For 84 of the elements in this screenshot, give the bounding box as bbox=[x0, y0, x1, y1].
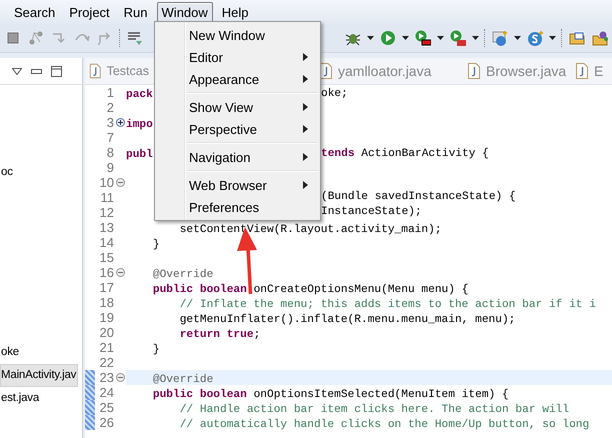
code-line: impo bbox=[126, 119, 153, 131]
list-icon[interactable] bbox=[127, 30, 143, 46]
menu-item[interactable]: Web Browser bbox=[155, 174, 320, 196]
menu-bar-item[interactable]: Run bbox=[118, 2, 153, 22]
line-number: 16 bbox=[98, 265, 114, 280]
run-icon[interactable] bbox=[380, 30, 396, 46]
expand-icon[interactable] bbox=[116, 118, 124, 127]
code-line: return true; bbox=[178, 329, 260, 341]
menu-item[interactable]: Appearance bbox=[155, 68, 320, 90]
code-line: getMenuInflater().inflate(R.menu.menu_main, menu); bbox=[178, 314, 516, 326]
folder-icon[interactable] bbox=[569, 30, 585, 46]
code-line: public boolean onOptionsItemSelected(MenuItem item) { bbox=[152, 389, 509, 401]
line-number: 23 bbox=[98, 370, 114, 385]
collapse-icon[interactable] bbox=[116, 373, 124, 382]
menu-bar-item[interactable]: Help bbox=[216, 2, 254, 22]
stop-icon[interactable] bbox=[5, 30, 21, 46]
tree-item[interactable]: est.java bbox=[0, 387, 42, 410]
menu-item[interactable]: Perspective bbox=[155, 118, 320, 140]
line-number: 19 bbox=[98, 310, 114, 325]
line-number: 1 bbox=[106, 85, 114, 100]
tree-item[interactable]: oc bbox=[0, 161, 15, 184]
line-number: 9 bbox=[106, 160, 114, 175]
line-number: 20 bbox=[98, 325, 114, 340]
menu-item[interactable]: Navigation bbox=[155, 146, 320, 168]
dropdown-arrow-icon[interactable] bbox=[514, 36, 521, 40]
code-line: public boolean onCreateOptionsMenu(Menu menu) { bbox=[152, 284, 468, 296]
menu-bar-item[interactable]: Window bbox=[156, 2, 213, 22]
run-stop-icon[interactable] bbox=[415, 30, 431, 46]
line-number: 10 bbox=[98, 175, 114, 190]
line-number: 21 bbox=[98, 340, 114, 355]
collapse-icon[interactable] bbox=[116, 178, 124, 187]
line-number: 18 bbox=[98, 295, 114, 310]
folder-icon[interactable] bbox=[592, 30, 608, 46]
java-file-icon bbox=[319, 63, 333, 79]
code-line: } bbox=[152, 344, 160, 356]
code-line: tends ActionBarActivity { bbox=[321, 146, 490, 162]
code-line: pack bbox=[126, 89, 153, 101]
menu-item[interactable]: Preferences bbox=[155, 196, 320, 218]
node-icon[interactable] bbox=[28, 30, 44, 46]
java-file-icon bbox=[89, 63, 102, 79]
line-number: 3 bbox=[106, 115, 114, 130]
line-number: 8 bbox=[106, 145, 114, 160]
line-number: 24 bbox=[98, 385, 114, 400]
collapse-icon[interactable] bbox=[116, 268, 124, 277]
dropdown-arrow-icon[interactable] bbox=[549, 36, 556, 40]
code-line: publ bbox=[126, 149, 153, 161]
line-number: 17 bbox=[98, 280, 114, 295]
line-number: 25 bbox=[98, 400, 114, 415]
line-number: 14 bbox=[98, 235, 114, 250]
code-line: @Override bbox=[152, 374, 214, 386]
code-line: // Inflate the menu; this adds items to the action bar if it i bbox=[178, 299, 596, 311]
tree-item[interactable]: MainActivity.jav bbox=[0, 364, 78, 387]
code-line: (Bundle savedInstanceState) { bbox=[321, 190, 517, 205]
dropdown-arrow-icon[interactable] bbox=[437, 36, 444, 40]
dropdown-arrow-icon[interactable] bbox=[472, 36, 479, 40]
code-line: InstanceState); bbox=[321, 205, 423, 220]
line-number: 15 bbox=[98, 250, 114, 265]
line-number: 13 bbox=[98, 220, 114, 235]
run-toolbox-icon[interactable] bbox=[450, 30, 466, 46]
code-line: @Override bbox=[152, 269, 214, 281]
menu-item[interactable]: Show View bbox=[155, 96, 320, 118]
view-menu-icon[interactable] bbox=[12, 68, 22, 74]
dropdown-arrow-icon[interactable] bbox=[402, 36, 409, 40]
menu-bar-item[interactable]: Search bbox=[9, 2, 60, 22]
s-icon[interactable] bbox=[527, 30, 543, 46]
java-file-icon bbox=[467, 63, 481, 79]
line-number: 2 bbox=[106, 100, 114, 115]
tree-item[interactable]: oke bbox=[0, 341, 21, 364]
java-file-icon bbox=[575, 63, 589, 79]
menu-item[interactable]: Editor bbox=[155, 46, 320, 68]
dropdown-arrow-icon[interactable] bbox=[367, 36, 374, 40]
code-line: oke; bbox=[321, 86, 349, 102]
line-number: 12 bbox=[98, 205, 114, 220]
line-number: 22 bbox=[98, 355, 114, 370]
code-line: } bbox=[152, 239, 160, 251]
maximize-icon[interactable] bbox=[51, 66, 62, 76]
line-number: 7 bbox=[106, 130, 114, 145]
line-number: 26 bbox=[98, 415, 114, 430]
line-number: 11 bbox=[100, 190, 114, 205]
minimize-icon[interactable] bbox=[31, 68, 42, 74]
new-server-icon[interactable] bbox=[492, 30, 508, 46]
code-line: // automatically handle clicks on the Home/Up button, so long bbox=[178, 419, 590, 431]
menu-bar-item[interactable]: Project bbox=[64, 2, 115, 22]
code-line: // Handle action bar item clicks here. The action bar will bbox=[178, 404, 570, 416]
